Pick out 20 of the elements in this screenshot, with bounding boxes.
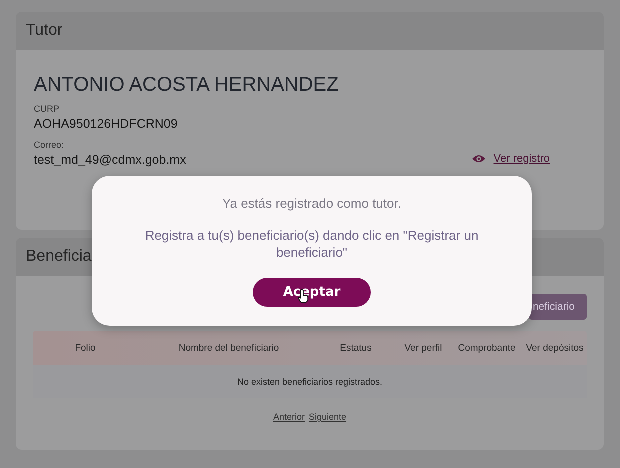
field-label: CURP <box>34 104 61 114</box>
field-label: Correo: <box>34 140 66 150</box>
eye-icon <box>472 154 486 164</box>
field-value: AOHA950126HDFCRN09 <box>34 117 179 131</box>
pagination-link[interactable]: Anterior <box>273 412 305 422</box>
accept-button[interactable]: Aceptar <box>253 278 371 307</box>
field-value: test_md_49@cdmx.gob.mx <box>34 153 186 167</box>
card-header: Tutor <box>16 12 604 50</box>
empty-message: No existen beneficiarios registrados. <box>237 376 383 386</box>
column-header: Comprobante <box>457 342 517 354</box>
add-beneficiary-button[interactable]: neficiario <box>528 294 587 320</box>
column-header: Ver depósitos <box>525 342 585 354</box>
column-header: Nombre del beneficiario <box>178 342 280 354</box>
tutor-name: ANTONIO ACOSTA HERNANDEZ <box>34 74 340 97</box>
column-header: Estatus <box>339 342 373 354</box>
pagination-link[interactable]: Siguiente <box>308 412 347 422</box>
view-record-link[interactable]: Ver registro <box>494 153 550 165</box>
column-header: Ver perfil <box>404 342 444 354</box>
column-header: Folio <box>74 342 97 354</box>
modal-message: Ya estás registrado como tutor. <box>222 196 402 211</box>
